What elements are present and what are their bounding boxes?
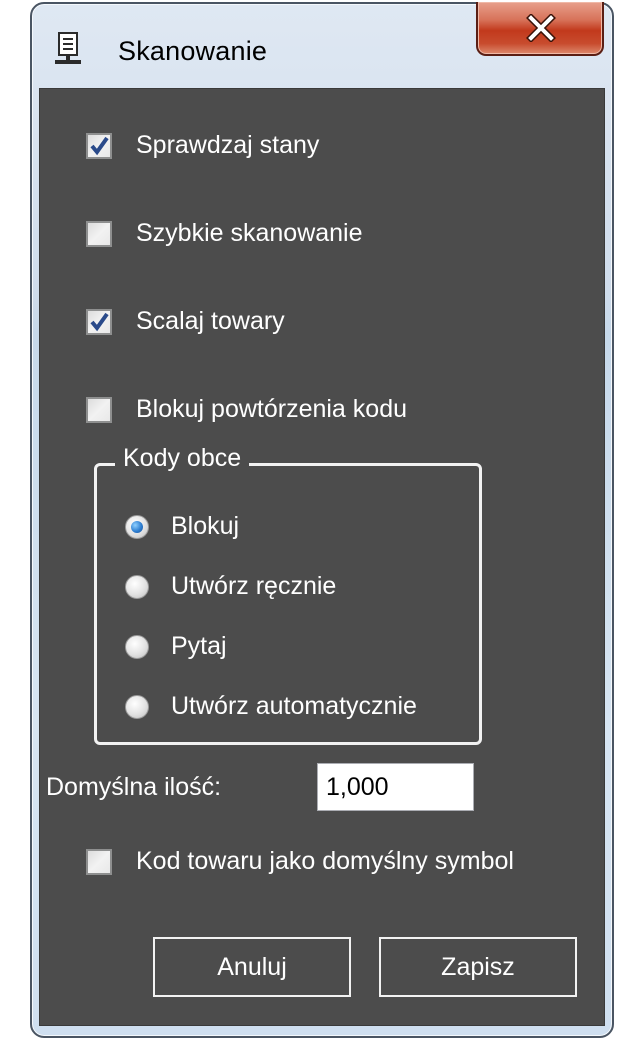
code-as-symbol-label: Kod towaru jako domyślny symbol <box>136 847 514 875</box>
fast-scan-label: Szybkie skanowanie <box>136 219 363 247</box>
fast-scan-option[interactable]: Szybkie skanowanie <box>86 219 363 248</box>
default-qty-input[interactable] <box>317 763 474 811</box>
cancel-button[interactable]: Anuluj <box>153 937 351 997</box>
block-repeats-option[interactable]: Blokuj powtórzenia kodu <box>86 395 407 424</box>
close-button[interactable] <box>476 2 604 56</box>
code-as-symbol-option[interactable]: Kod towaru jako domyślny symbol <box>86 847 514 876</box>
checkmark-icon <box>90 136 109 155</box>
radio-block[interactable] <box>125 514 149 539</box>
close-icon <box>526 14 556 42</box>
dialog-content: Sprawdzaj stany Szybkie skanowanie Scala… <box>39 88 605 1026</box>
window-title: Skanowanie <box>118 36 268 66</box>
radio-label: Pytaj <box>171 632 227 660</box>
code-as-symbol-checkbox[interactable] <box>86 848 112 875</box>
check-stock-option[interactable]: Sprawdzaj stany <box>86 131 319 160</box>
merge-goods-option[interactable]: Scalaj towary <box>86 307 285 336</box>
default-qty-label: Domyślna ilość: <box>46 773 222 801</box>
check-stock-checkbox[interactable] <box>86 132 112 159</box>
foreign-codes-legend: Kody obce <box>115 444 250 473</box>
radio-option-block[interactable]: Blokuj <box>125 512 239 541</box>
radio-option-create-auto[interactable]: Utwórz automatycznie <box>125 692 417 721</box>
block-repeats-checkbox[interactable] <box>86 396 112 423</box>
radio-label: Utwórz ręcznie <box>171 572 337 600</box>
block-repeats-label: Blokuj powtórzenia kodu <box>136 395 407 423</box>
radio-option-ask[interactable]: Pytaj <box>125 632 227 661</box>
radio-option-create-manual[interactable]: Utwórz ręcznie <box>125 572 336 601</box>
document-stand-icon <box>53 32 83 66</box>
foreign-codes-group: Kody obce Blokuj Utwórz ręcznie Pytaj Ut… <box>94 444 482 745</box>
radio-create-auto[interactable] <box>125 694 149 719</box>
radio-label: Utwórz automatycznie <box>171 692 417 720</box>
save-button[interactable]: Zapisz <box>379 937 577 997</box>
radio-ask[interactable] <box>125 634 149 659</box>
radio-label: Blokuj <box>171 512 240 540</box>
fast-scan-checkbox[interactable] <box>86 220 112 247</box>
merge-goods-label: Scalaj towary <box>136 307 285 335</box>
merge-goods-checkbox[interactable] <box>86 308 112 335</box>
radio-create-manual[interactable] <box>125 574 149 599</box>
title-bar[interactable]: Skanowanie <box>32 2 612 88</box>
dialog-window: Skanowanie Sprawdzaj stany Szybkie skano… <box>30 2 614 1038</box>
checkmark-icon <box>90 312 109 331</box>
check-stock-label: Sprawdzaj stany <box>136 131 320 159</box>
